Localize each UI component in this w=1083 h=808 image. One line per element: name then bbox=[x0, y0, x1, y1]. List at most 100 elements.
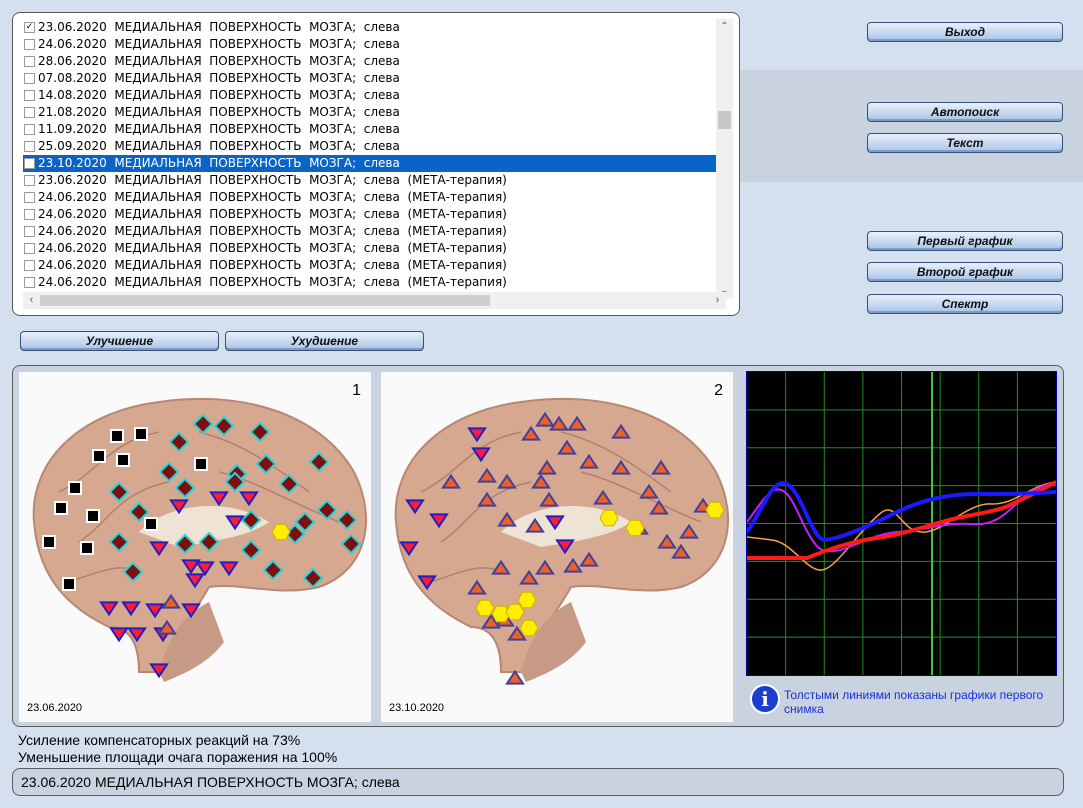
up-triangle-marker bbox=[441, 473, 461, 489]
down-triangle-marker bbox=[555, 539, 575, 555]
square-marker bbox=[194, 457, 208, 471]
list-item[interactable]: 14.08.2020 МЕДИАЛЬНАЯ ПОВЕРХНОСТЬ МОЗГА;… bbox=[23, 87, 726, 104]
diamond-marker bbox=[122, 561, 144, 583]
scroll-right-icon[interactable]: › bbox=[709, 292, 726, 309]
list-item-checkbox[interactable] bbox=[24, 73, 35, 84]
diamond-marker bbox=[158, 461, 180, 483]
up-triangle-marker bbox=[525, 517, 545, 533]
diamond-marker bbox=[213, 415, 235, 437]
list-item-label: 24.06.2020 МЕДИАЛЬНАЯ ПОВЕРХНОСТЬ МОЗГА;… bbox=[38, 207, 507, 221]
hexagon-marker bbox=[625, 519, 645, 537]
hexagon-marker bbox=[705, 501, 725, 519]
list-item-checkbox[interactable] bbox=[24, 39, 35, 50]
up-triangle-marker bbox=[477, 491, 497, 507]
diamond-marker bbox=[336, 509, 358, 531]
list-item[interactable]: ✓ 23.06.2020 МЕДИАЛЬНАЯ ПОВЕРХНОСТЬ МОЗГА… bbox=[23, 19, 726, 36]
down-triangle-marker bbox=[399, 541, 419, 557]
vertical-scrollbar[interactable]: ⌃ ⌄ bbox=[716, 19, 733, 299]
list-item[interactable]: 24.06.2020 МЕДИАЛЬНАЯ ПОВЕРХНОСТЬ МОЗГА;… bbox=[23, 223, 726, 240]
down-triangle-marker bbox=[149, 663, 169, 679]
down-triangle-marker bbox=[405, 499, 425, 515]
scroll-left-icon[interactable]: ‹ bbox=[23, 292, 40, 309]
down-triangle-marker bbox=[471, 447, 491, 463]
list-item[interactable]: 11.09.2020 МЕДИАЛЬНАЯ ПОВЕРХНОСТЬ МОЗГА;… bbox=[23, 121, 726, 138]
list-item-checkbox[interactable] bbox=[24, 158, 35, 169]
brain-image-2[interactable]: 2 23.10.2020 bbox=[381, 372, 733, 722]
list-item-label: 23.06.2020 МЕДИАЛЬНАЯ ПОВЕРХНОСТЬ МОЗГА;… bbox=[38, 20, 400, 34]
record-list[interactable]: ✓ 23.06.2020 МЕДИАЛЬНАЯ ПОВЕРХНОСТЬ МОЗГА… bbox=[12, 12, 740, 316]
list-item[interactable]: 24.06.2020 МЕДИАЛЬНАЯ ПОВЕРХНОСТЬ МОЗГА;… bbox=[23, 257, 726, 274]
diamond-marker bbox=[108, 481, 130, 503]
list-item[interactable]: 28.06.2020 МЕДИАЛЬНАЯ ПОВЕРХНОСТЬ МОЗГА;… bbox=[23, 53, 726, 70]
improvement-button[interactable]: Улучшение bbox=[20, 331, 219, 351]
down-triangle-marker bbox=[195, 561, 215, 577]
text-button[interactable]: Текст bbox=[867, 133, 1063, 153]
list-item-checkbox[interactable] bbox=[24, 226, 35, 237]
square-marker bbox=[110, 429, 124, 443]
list-item-checkbox[interactable] bbox=[24, 192, 35, 203]
list-item-checkbox[interactable] bbox=[24, 141, 35, 152]
list-item[interactable]: 24.06.2020 МЕДИАЛЬНАЯ ПОВЕРХНОСТЬ МОЗГА;… bbox=[23, 240, 726, 257]
graph-area[interactable] bbox=[745, 371, 1057, 676]
exit-button[interactable]: Выход bbox=[867, 22, 1063, 42]
list-item[interactable]: 24.06.2020 МЕДИАЛЬНАЯ ПОВЕРХНОСТЬ МОЗГА;… bbox=[23, 36, 726, 53]
diamond-marker bbox=[278, 473, 300, 495]
up-triangle-marker bbox=[467, 579, 487, 595]
spectrum-button[interactable]: Спектр bbox=[867, 294, 1063, 314]
horizontal-scroll-thumb[interactable] bbox=[40, 295, 490, 306]
list-item[interactable]: 24.06.2020 МЕДИАЛЬНАЯ ПОВЕРХНОСТЬ МОЗГА;… bbox=[23, 274, 726, 291]
square-marker bbox=[116, 453, 130, 467]
up-triangle-marker bbox=[497, 511, 517, 527]
down-triangle-marker bbox=[121, 601, 141, 617]
list-item-checkbox[interactable] bbox=[24, 107, 35, 118]
diamond-marker bbox=[198, 531, 220, 553]
hexagon-marker bbox=[517, 591, 537, 609]
list-item-checkbox[interactable] bbox=[24, 209, 35, 220]
list-item-label: 25.09.2020 МЕДИАЛЬНАЯ ПОВЕРХНОСТЬ МОЗГА;… bbox=[38, 139, 400, 153]
list-item-label: 24.06.2020 МЕДИАЛЬНАЯ ПОВЕРХНОСТЬ МОЗГА;… bbox=[38, 241, 507, 255]
square-marker bbox=[54, 501, 68, 515]
record-list-rows: ✓ 23.06.2020 МЕДИАЛЬНАЯ ПОВЕРХНОСТЬ МОЗГА… bbox=[23, 19, 726, 299]
up-triangle-marker bbox=[657, 533, 677, 549]
list-item[interactable]: 25.09.2020 МЕДИАЛЬНАЯ ПОВЕРХНОСТЬ МОЗГА;… bbox=[23, 138, 726, 155]
scroll-up-icon[interactable]: ⌃ bbox=[716, 19, 733, 35]
list-item-checkbox[interactable] bbox=[24, 90, 35, 101]
up-triangle-marker bbox=[593, 489, 613, 505]
list-item[interactable]: 24.06.2020 МЕДИАЛЬНАЯ ПОВЕРХНОСТЬ МОЗГА;… bbox=[23, 206, 726, 223]
list-item[interactable]: 23.06.2020 МЕДИАЛЬНАЯ ПОВЕРХНОСТЬ МОЗГА;… bbox=[23, 172, 726, 189]
autosearch-button[interactable]: Автопоиск bbox=[867, 102, 1063, 122]
list-item-checkbox[interactable] bbox=[24, 243, 35, 254]
horizontal-scrollbar[interactable]: ‹ › bbox=[23, 292, 726, 309]
brain-image-1[interactable]: 1 23.06.2020 bbox=[19, 372, 371, 722]
up-triangle-marker bbox=[535, 559, 555, 575]
list-item[interactable]: 07.08.2020 МЕДИАЛЬНАЯ ПОВЕРХНОСТЬ МОЗГА;… bbox=[23, 70, 726, 87]
list-item-checkbox[interactable]: ✓ bbox=[24, 22, 35, 33]
list-item-label: 23.06.2020 МЕДИАЛЬНАЯ ПОВЕРХНОСТЬ МОЗГА;… bbox=[38, 173, 507, 187]
up-triangle-marker bbox=[521, 425, 541, 441]
list-item[interactable]: 24.06.2020 МЕДИАЛЬНАЯ ПОВЕРХНОСТЬ МОЗГА;… bbox=[23, 189, 726, 206]
up-triangle-marker bbox=[497, 473, 517, 489]
list-item-checkbox[interactable] bbox=[24, 175, 35, 186]
square-marker bbox=[92, 449, 106, 463]
vertical-scroll-thumb[interactable] bbox=[718, 111, 731, 129]
list-item-checkbox[interactable] bbox=[24, 124, 35, 135]
down-triangle-marker bbox=[169, 499, 189, 515]
list-item-checkbox[interactable] bbox=[24, 277, 35, 288]
list-item-label: 07.08.2020 МЕДИАЛЬНАЯ ПОВЕРХНОСТЬ МОЗГА;… bbox=[38, 71, 400, 85]
down-triangle-marker bbox=[209, 491, 229, 507]
second-graph-button[interactable]: Второй график bbox=[867, 262, 1063, 282]
list-item-checkbox[interactable] bbox=[24, 56, 35, 67]
down-triangle-marker bbox=[181, 603, 201, 619]
list-item[interactable]: 21.08.2020 МЕДИАЛЬНАЯ ПОВЕРХНОСТЬ МОЗГА;… bbox=[23, 104, 726, 121]
header-band bbox=[740, 70, 1083, 182]
list-item-label: 24.06.2020 МЕДИАЛЬНАЯ ПОВЕРХНОСТЬ МОЗГА;… bbox=[38, 190, 507, 204]
first-graph-button[interactable]: Первый график bbox=[867, 231, 1063, 251]
diamond-marker bbox=[168, 431, 190, 453]
down-triangle-marker bbox=[145, 603, 165, 619]
list-item-checkbox[interactable] bbox=[24, 260, 35, 271]
diamond-marker bbox=[192, 413, 214, 435]
list-item[interactable]: 23.10.2020 МЕДИАЛЬНАЯ ПОВЕРХНОСТЬ МОЗГА;… bbox=[23, 155, 726, 172]
down-triangle-marker bbox=[417, 575, 437, 591]
hexagon-marker bbox=[271, 523, 291, 541]
worsening-button[interactable]: Ухудшение bbox=[225, 331, 424, 351]
